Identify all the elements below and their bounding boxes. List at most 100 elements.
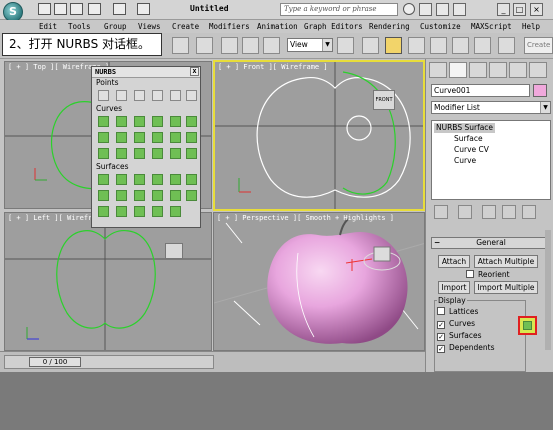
- rotate-icon[interactable]: [242, 37, 259, 54]
- ruled-surface-icon[interactable]: [134, 190, 145, 201]
- transform-surface-icon[interactable]: [134, 174, 145, 185]
- percent-snap-icon[interactable]: [452, 37, 469, 54]
- point-curve-icon[interactable]: [116, 116, 127, 127]
- stack-item-nurbs-surface[interactable]: NURBS Surface: [434, 123, 496, 133]
- surfaces-checkbox-row[interactable]: ✓ Surfaces: [437, 331, 481, 341]
- curves-checkbox-row[interactable]: ✓ Curves: [437, 319, 475, 329]
- modifier-list-dropdown[interactable]: Modifier List ▼: [431, 101, 551, 114]
- menu-modifiers[interactable]: Modifiers: [209, 22, 250, 31]
- configure-modifier-sets-icon[interactable]: [522, 205, 536, 219]
- cv-curve-on-surface-icon[interactable]: [134, 148, 145, 159]
- menu-tools[interactable]: Tools: [68, 22, 91, 31]
- multisided-blend-icon[interactable]: [134, 206, 145, 217]
- menu-group[interactable]: Group: [104, 22, 127, 31]
- extrude-surface-icon[interactable]: [98, 190, 109, 201]
- create-curve-point-icon[interactable]: [134, 90, 145, 101]
- display-tab-icon[interactable]: [509, 62, 527, 78]
- menu-create[interactable]: Create: [172, 22, 199, 31]
- viewport-perspective-label[interactable]: [ + ] Perspective ][ Smooth + Highlights…: [217, 214, 394, 222]
- new-file-icon[interactable]: [38, 3, 51, 15]
- dependents-checkbox-row[interactable]: ✓ Dependents: [437, 343, 495, 353]
- pin-stack-icon[interactable]: [434, 205, 448, 219]
- viewcube[interactable]: FRONT: [373, 90, 395, 110]
- keyboard-shortcut-override-icon[interactable]: [385, 37, 402, 54]
- save-file-icon[interactable]: [70, 3, 83, 15]
- fillet-surface-icon[interactable]: [170, 206, 181, 217]
- v-iso-curve-icon[interactable]: [186, 132, 197, 143]
- reorient-checkbox-row[interactable]: Reorient: [466, 270, 510, 280]
- surface-surface-intersection-curve-icon[interactable]: [152, 132, 163, 143]
- application-logo-icon[interactable]: S: [3, 2, 23, 22]
- edit-named-selection-icon[interactable]: [498, 37, 515, 54]
- utilities-tab-icon[interactable]: [529, 62, 547, 78]
- search-input[interactable]: Type a keyword or phrase: [280, 3, 398, 16]
- dependents-checkbox[interactable]: ✓: [437, 345, 445, 353]
- create-point-icon[interactable]: [98, 90, 109, 101]
- import-button[interactable]: Import: [438, 281, 470, 294]
- object-color-swatch[interactable]: [533, 84, 547, 97]
- object-name-field[interactable]: Curve001: [431, 84, 530, 97]
- motion-tab-icon[interactable]: [489, 62, 507, 78]
- time-slider-thumb[interactable]: 0 / 100: [29, 357, 81, 367]
- move-icon[interactable]: [221, 37, 238, 54]
- select-link-icon[interactable]: [172, 37, 189, 54]
- nurbs-creation-toolbox-toggle-button[interactable]: [518, 316, 537, 335]
- general-rollout-header[interactable]: − General: [431, 237, 551, 249]
- create-surface-point-icon[interactable]: [170, 90, 181, 101]
- uv-loft-surface-icon[interactable]: [186, 190, 197, 201]
- minimize-button[interactable]: _: [497, 3, 510, 16]
- offset-surface-icon[interactable]: [170, 174, 181, 185]
- named-selection-field[interactable]: Create: [524, 37, 553, 54]
- lattices-checkbox[interactable]: [437, 307, 445, 315]
- viewport-left[interactable]: [ + ] Left ][ Wireframe ]: [4, 212, 212, 351]
- spinner-snap-icon[interactable]: [474, 37, 491, 54]
- vector-projected-curve-icon[interactable]: [116, 148, 127, 159]
- blend-curve-icon[interactable]: [170, 116, 181, 127]
- curves-checkbox[interactable]: ✓: [437, 321, 445, 329]
- 2-rail-sweep-icon[interactable]: [116, 206, 127, 217]
- attach-multiple-button[interactable]: Attach Multiple: [474, 255, 538, 268]
- 1-rail-sweep-icon[interactable]: [98, 206, 109, 217]
- reorient-checkbox[interactable]: [466, 270, 474, 278]
- surfaces-checkbox[interactable]: ✓: [437, 333, 445, 341]
- menu-maxscript[interactable]: MAXScript: [471, 22, 512, 31]
- stack-item-curve[interactable]: Curve: [454, 156, 476, 166]
- lattices-checkbox-row[interactable]: Lattices: [437, 307, 478, 317]
- viewport-perspective[interactable]: [ + ] Perspective ][ Smooth + Highlights…: [213, 212, 425, 351]
- chamfer-curve-icon[interactable]: [116, 132, 127, 143]
- surface-offset-curve-icon[interactable]: [170, 148, 181, 159]
- search-icon[interactable]: [403, 3, 415, 15]
- select-manipulate-icon[interactable]: [362, 37, 379, 54]
- project-folder-icon[interactable]: [137, 3, 150, 15]
- normal-projected-curve-icon[interactable]: [98, 148, 109, 159]
- menu-help[interactable]: Help: [522, 22, 540, 31]
- attach-button[interactable]: Attach: [438, 255, 470, 268]
- offset-curve-icon[interactable]: [186, 116, 197, 127]
- open-file-icon[interactable]: [54, 3, 67, 15]
- nurbs-panel-title[interactable]: NURBS x: [92, 67, 200, 78]
- point-curve-on-surface-icon[interactable]: [152, 148, 163, 159]
- menu-views[interactable]: Views: [138, 22, 161, 31]
- select-object-icon[interactable]: [196, 37, 213, 54]
- cv-curve-icon[interactable]: [98, 116, 109, 127]
- remove-modifier-icon[interactable]: [502, 205, 516, 219]
- menu-edit[interactable]: Edit: [39, 22, 57, 31]
- favorites-star-icon[interactable]: [436, 3, 449, 16]
- command-panel-scrollbar[interactable]: [545, 230, 551, 350]
- snaps-toggle-icon[interactable]: [408, 37, 425, 54]
- u-iso-curve-icon[interactable]: [170, 132, 181, 143]
- time-slider[interactable]: 0 / 100: [4, 355, 214, 369]
- stack-item-curve-cv[interactable]: Curve CV: [454, 145, 489, 155]
- maximize-button[interactable]: □: [513, 3, 526, 16]
- menu-animation[interactable]: Animation: [257, 22, 298, 31]
- menu-graph-editors[interactable]: Graph Editors: [304, 22, 363, 31]
- undo-icon[interactable]: [88, 3, 101, 15]
- help-icon[interactable]: [453, 3, 466, 16]
- multicurve-trim-icon[interactable]: [152, 206, 163, 217]
- viewport-front[interactable]: [ + ] Front ][ Wireframe ] FRONT: [213, 60, 425, 211]
- viewport-front-label[interactable]: [ + ] Front ][ Wireframe ]: [218, 63, 328, 71]
- blend-surface-icon[interactable]: [152, 174, 163, 185]
- mirror-surface-icon[interactable]: [186, 174, 197, 185]
- mirror-curve-icon[interactable]: [98, 132, 109, 143]
- close-window-button[interactable]: ×: [530, 3, 543, 16]
